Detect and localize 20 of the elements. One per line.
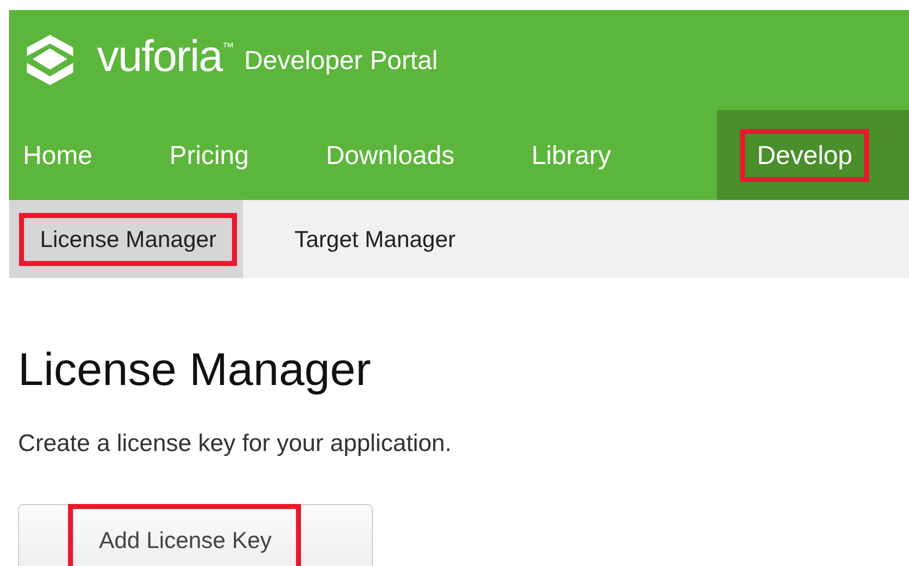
- subnav-label: License Manager: [19, 212, 238, 266]
- nav-label: Pricing: [168, 138, 250, 172]
- logo-text[interactable]: vuforia: [97, 32, 222, 82]
- trademark: ™: [222, 40, 234, 54]
- nav-tab[interactable]: Downloads: [312, 110, 472, 200]
- nav-tab[interactable]: Home: [9, 110, 110, 200]
- portal-title: Developer Portal: [244, 44, 438, 76]
- nav-label: Downloads: [324, 138, 456, 172]
- page-description: Create a license key for your application.: [18, 430, 453, 458]
- nav-label: Develop: [740, 128, 870, 182]
- nav-label: Library: [530, 138, 612, 172]
- nav-label: Home: [22, 138, 94, 172]
- subnav-tab[interactable]: Target Manager: [243, 200, 483, 278]
- add-license-key-button[interactable]: Add License Key: [18, 504, 373, 566]
- subnav-tab[interactable]: License Manager: [9, 200, 244, 278]
- nav-tab[interactable]: Pricing: [155, 110, 266, 200]
- nav-tab[interactable]: Library: [517, 110, 628, 200]
- page-heading: License Manager: [18, 342, 372, 396]
- nav-tab[interactable]: Develop: [717, 110, 909, 200]
- subnav-label: Target Manager: [293, 224, 457, 254]
